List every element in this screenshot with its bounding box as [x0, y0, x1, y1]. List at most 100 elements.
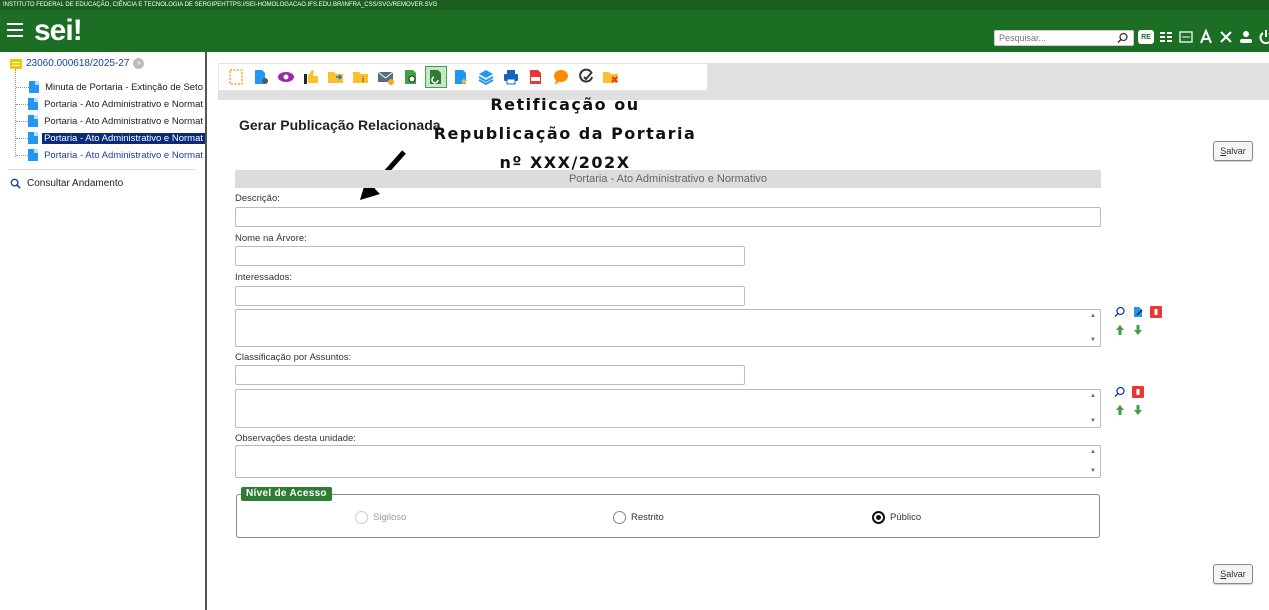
sei-logo[interactable]: sei! — [34, 14, 83, 48]
view-icon[interactable] — [275, 66, 297, 88]
search-icon — [10, 178, 21, 189]
comment-icon[interactable] — [550, 66, 572, 88]
classification-input[interactable] — [235, 365, 745, 385]
block-icon[interactable] — [475, 66, 497, 88]
classification-label: Classificação por Assuntos: — [235, 352, 352, 363]
access-level-publico[interactable]: Público — [872, 511, 921, 524]
document-icon — [28, 98, 39, 110]
classification-tools — [1114, 385, 1144, 417]
delete-icon[interactable] — [600, 66, 622, 88]
institution-bar: INSTITUTO FEDERAL DE EDUCAÇÃO, CIÊNCIA E… — [0, 0, 1269, 10]
tree-document-2[interactable]: Portaria - Ato Administrativo e Normat — [16, 97, 205, 111]
description-input[interactable] — [235, 207, 1101, 227]
font-size-icon[interactable] — [1198, 29, 1214, 45]
send-process-icon[interactable] — [325, 66, 347, 88]
hamburger-menu-icon[interactable] — [7, 23, 23, 39]
re-badge-icon[interactable]: RE — [1138, 30, 1154, 44]
sign-icon[interactable] — [300, 66, 322, 88]
tools-icon[interactable] — [1218, 29, 1234, 45]
radio-label: Público — [890, 512, 922, 523]
annotation-line-2: Republicação da Portaria — [433, 124, 697, 143]
search-box — [994, 30, 1134, 46]
interested-tools — [1114, 305, 1162, 337]
observations-label: Observações desta unidade: — [235, 433, 356, 444]
process-info-icon[interactable]: i — [350, 66, 372, 88]
process-node[interactable]: 23060.000618/2025-27 » — [10, 58, 145, 69]
logo-mark: ! — [72, 14, 83, 47]
classification-list-scrollbar[interactable]: ▲ ▼ — [1089, 390, 1097, 427]
document-toolbar: i — [218, 63, 708, 91]
interested-label: Interessados: — [235, 272, 293, 283]
conclude-icon[interactable] — [575, 66, 597, 88]
radio-label: Sigiloso — [373, 512, 407, 523]
user-icon[interactable] — [1238, 29, 1254, 45]
search-icon[interactable] — [1114, 386, 1126, 398]
access-level-sigiloso[interactable]: Sigiloso — [355, 511, 406, 524]
remove-icon[interactable] — [1150, 306, 1162, 318]
document-icon — [28, 115, 39, 127]
description-label: Descrição: — [235, 193, 280, 204]
keypad-icon[interactable] — [1178, 29, 1194, 45]
save-button-top[interactable]: Salvar — [1213, 141, 1253, 161]
search-input[interactable] — [995, 31, 1113, 45]
document-icon — [29, 81, 40, 93]
logo-text: sei — [34, 14, 74, 47]
related-publication-icon[interactable] — [425, 66, 447, 88]
consult-label[interactable]: Consultar Andamento — [27, 178, 123, 189]
radio-label: Restrito — [631, 512, 664, 523]
tree-document-4-selected[interactable]: Portaria - Ato Administrativo e Normat — [16, 131, 205, 145]
document-label[interactable]: Minuta de Portaria - Extinção de Seto — [43, 82, 205, 93]
tree-name-label: Nome na Árvore: — [235, 233, 307, 244]
access-level-restrito[interactable]: Restrito — [613, 511, 664, 524]
interested-input[interactable] — [235, 286, 745, 306]
move-down-icon[interactable] — [1132, 324, 1144, 336]
interested-list-scrollbar[interactable]: ▲ ▼ — [1089, 310, 1097, 346]
move-up-icon[interactable] — [1114, 324, 1126, 336]
tree-document-1[interactable]: Minuta de Portaria - Extinção de Seto — [16, 80, 205, 94]
consult-progress-link[interactable]: Consultar Andamento — [10, 178, 123, 189]
power-icon[interactable] — [1258, 29, 1269, 45]
grid-icon[interactable] — [1158, 29, 1174, 45]
interested-list[interactable]: ▲ ▼ — [235, 309, 1101, 347]
radio-circle[interactable] — [613, 511, 626, 524]
email-icon[interactable] — [375, 66, 397, 88]
document-label[interactable]: Portaria - Ato Administrativo e Normat — [42, 116, 205, 127]
header-icons: RE — [1138, 29, 1269, 45]
document-label[interactable]: Portaria - Ato Administrativo e Normat — [42, 132, 205, 144]
tree-document-5[interactable]: Portaria - Ato Administrativo e Normat — [16, 148, 205, 162]
process-expand-icon[interactable]: » — [133, 58, 145, 69]
document-label[interactable]: Portaria - Ato Administrativo e Normat — [42, 99, 205, 110]
search-icon[interactable] — [1117, 32, 1129, 44]
new-document-icon[interactable] — [225, 66, 247, 88]
annotation-overlay: Retificação ou Republicação da Portaria … — [410, 90, 720, 177]
document-icon — [28, 132, 39, 144]
pdf-icon[interactable] — [525, 66, 547, 88]
sidebar-resize-handle[interactable] — [205, 52, 207, 610]
process-folder-icon — [10, 58, 22, 69]
save-button-bottom[interactable]: Salvar — [1213, 564, 1253, 584]
document-type-header: Portaria - Ato Administrativo e Normativ… — [235, 170, 1101, 188]
radio-circle[interactable] — [872, 511, 885, 524]
access-level-legend: Nível de Acesso — [241, 487, 332, 501]
tree-document-3[interactable]: Portaria - Ato Administrativo e Normat — [16, 114, 205, 128]
process-number[interactable]: 23060.000618/2025-27 — [26, 58, 129, 69]
classification-list[interactable]: ▲ ▼ — [235, 389, 1101, 428]
tree-name-input[interactable] — [235, 246, 745, 266]
radio-circle[interactable] — [355, 511, 368, 524]
move-up-icon[interactable] — [1114, 404, 1126, 416]
document-settings-icon[interactable] — [250, 66, 272, 88]
document-label[interactable]: Portaria - Ato Administrativo e Normat — [42, 150, 205, 161]
app-header: sei! RE — [0, 10, 1269, 52]
toolbar-background — [708, 63, 1269, 100]
move-down-icon[interactable] — [1132, 404, 1144, 416]
remove-icon[interactable] — [1132, 386, 1144, 398]
annotation-line-1: Retificação ou — [490, 95, 640, 114]
search-document-icon[interactable] — [400, 66, 422, 88]
favorite-document-icon[interactable] — [450, 66, 472, 88]
observations-scrollbar[interactable]: ▲ ▼ — [1089, 446, 1097, 477]
sidebar-separator — [8, 169, 196, 170]
observations-textarea[interactable]: ▲ ▼ — [235, 445, 1101, 478]
print-icon[interactable] — [500, 66, 522, 88]
edit-document-icon[interactable] — [1132, 306, 1144, 318]
search-icon[interactable] — [1114, 306, 1126, 318]
